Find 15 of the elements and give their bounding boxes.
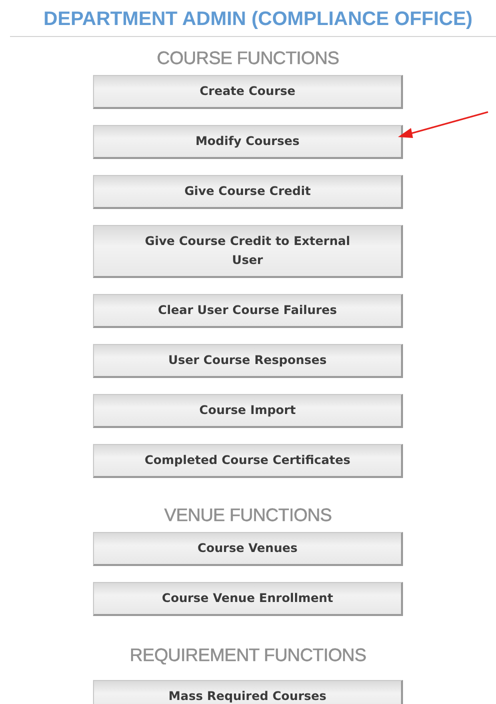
- function-button[interactable]: Create Course: [93, 75, 403, 109]
- function-button[interactable]: User Course Responses: [93, 344, 403, 378]
- function-button[interactable]: Course Venue Enrollment: [93, 582, 403, 616]
- function-button[interactable]: Completed Course Certificates: [93, 444, 403, 478]
- section-heading: VENUE FUNCTIONS: [164, 504, 332, 526]
- function-button[interactable]: Clear User Course Failures: [93, 294, 403, 328]
- section-heading: REQUIREMENT FUNCTIONS: [130, 644, 366, 666]
- function-button[interactable]: Mass Required Courses: [93, 680, 403, 704]
- function-button[interactable]: Modify Courses: [93, 125, 403, 159]
- page-title: DEPARTMENT ADMIN (COMPLIANCE OFFICE): [42, 7, 472, 31]
- function-button[interactable]: Give Course Credit to External User: [93, 225, 403, 278]
- function-button[interactable]: Course Venues: [93, 532, 403, 566]
- function-button[interactable]: Course Import: [93, 394, 403, 428]
- function-button[interactable]: Give Course Credit: [93, 175, 403, 209]
- section-heading: COURSE FUNCTIONS: [156, 47, 340, 69]
